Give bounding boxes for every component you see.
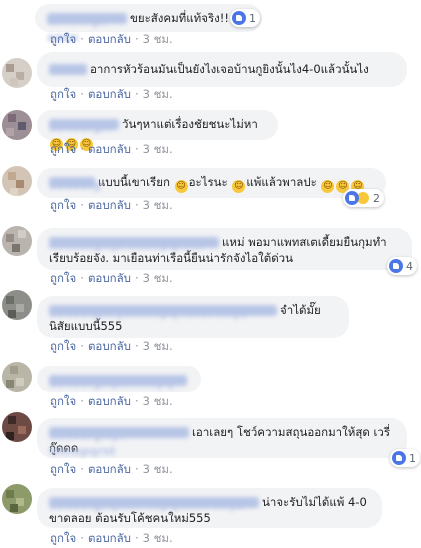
reply-link[interactable]: ตอบกลับ bbox=[88, 87, 131, 101]
like-link[interactable]: ถูกใจ bbox=[50, 339, 76, 353]
reply-link[interactable]: ตอบกลับ bbox=[88, 198, 131, 212]
reply-link[interactable]: ตอบกลับ bbox=[88, 271, 131, 285]
reaction-summary[interactable]: 1 bbox=[230, 9, 260, 27]
comment-bubble: abcdefghijk lmnopqrstu แหม่ พอมาแพทสเตเดี… bbox=[37, 228, 412, 270]
like-link[interactable]: ถูกใจ bbox=[50, 198, 76, 212]
like-reaction-icon bbox=[392, 451, 406, 465]
comment-text: อาการหัวร้อนมันเป็นยังไงเจอบ้านกูยิงนั้น… bbox=[90, 62, 369, 76]
commenter-name[interactable] bbox=[49, 64, 87, 75]
comment-actions: ถูกใจ · ตอบกลับ · 3 ชม. bbox=[50, 394, 173, 408]
commenter-name[interactable]: abcdefghijklmnopq bbox=[49, 375, 187, 390]
comment-bubble: abcdefghijklm nopqrstuvwxyz น่าจะรับไม่ได… bbox=[37, 488, 382, 528]
reaction-summary[interactable]: 4 bbox=[387, 257, 417, 275]
comment-actions: ถูกใจ · ตอบกลับ · 3 ชม. bbox=[50, 462, 173, 476]
like-link[interactable]: ถูกใจ bbox=[50, 394, 76, 408]
comment-bubble: abcdefgh aaanขยะสังคมที่แท้จริง!! bbox=[35, 4, 262, 44]
avatar[interactable] bbox=[2, 412, 32, 442]
comment-bubble: abcdefgแบบนี้เขาเรียก ☺ อะไรนะ ☺ แพ้แล้วพา… bbox=[37, 168, 386, 198]
like-link[interactable]: ถูกใจ bbox=[50, 531, 76, 545]
like-link[interactable]: ถูกใจ bbox=[50, 462, 76, 476]
comment-actions: ถูกใจ · ตอบกลับ · 3 ชม. bbox=[50, 531, 173, 545]
commenter-name[interactable]: abcdefghijk lmnopqrst bbox=[49, 427, 189, 458]
comment-actions: ถูกใจ · ตอบกลับ · 3 ชม. bbox=[50, 339, 173, 353]
like-link[interactable]: ถูกใจ bbox=[50, 271, 76, 285]
reaction-count: 1 bbox=[249, 11, 256, 25]
timestamp[interactable]: 3 ชม. bbox=[143, 142, 173, 156]
comment-text: วันๆหาแต่เรื่องชัยชนะไม่หา bbox=[122, 117, 258, 131]
comment-text: ขยะสังคมที่แท้จริง!! bbox=[130, 11, 230, 25]
laughing-emoji-icon: ☺ bbox=[232, 180, 246, 193]
avatar[interactable] bbox=[2, 290, 32, 320]
like-link[interactable]: ถูกใจ bbox=[50, 32, 76, 46]
like-reaction-icon bbox=[389, 259, 403, 273]
comment-actions: ถูกใจ · ตอบกลับ · 3 ชม. bbox=[50, 271, 173, 285]
commenter-name[interactable]: abcdefghi bbox=[49, 119, 119, 134]
timestamp[interactable]: 3 ชม. bbox=[143, 339, 173, 353]
timestamp[interactable]: 3 ชม. bbox=[143, 531, 173, 545]
avatar[interactable] bbox=[2, 58, 32, 88]
reaction-summary[interactable]: 1 bbox=[390, 449, 420, 467]
avatar[interactable] bbox=[2, 362, 32, 392]
avatar[interactable] bbox=[2, 110, 32, 140]
timestamp[interactable]: 3 ชม. bbox=[143, 87, 173, 101]
timestamp[interactable]: 3 ชม. bbox=[143, 198, 173, 212]
reaction-count: 4 bbox=[406, 259, 413, 273]
timestamp[interactable]: 3 ชม. bbox=[143, 32, 173, 46]
reaction-summary[interactable]: 2 bbox=[343, 189, 384, 207]
avatar[interactable] bbox=[2, 484, 32, 514]
comment-bubble: abcdefghijk lmnopqrstเอาเลยๆ โชว์ความสถุ… bbox=[37, 418, 407, 458]
reaction-count: 1 bbox=[409, 451, 416, 465]
reply-link[interactable]: ตอบกลับ bbox=[88, 339, 131, 353]
reply-link[interactable]: ตอบกลับ bbox=[88, 462, 131, 476]
comment-bubble: อาการหัวร้อนมันเป็นยังไงเจอบ้านกูยิงนั้น… bbox=[37, 52, 407, 87]
reply-link[interactable]: ตอบกลับ bbox=[88, 394, 131, 408]
comment-bubble: abcdefghi วันๆหาแต่เรื่องชัยชนะไม่หา☺ ☺ ☺ bbox=[37, 110, 278, 151]
timestamp[interactable]: 3 ชม. bbox=[143, 271, 173, 285]
comment-actions: ถูกใจ · ตอบกลับ · 3 ชม. bbox=[50, 142, 173, 156]
laughing-emoji-icon: ☺ bbox=[174, 180, 188, 193]
comment-bubble: abcdefghi jklmnopq rstuvwxyz จำได้มั๊ยนิส… bbox=[37, 296, 349, 338]
commenter-name[interactable]: abcdefghijklm nopqrstuvwxyz bbox=[49, 497, 259, 512]
commenter-name[interactable]: abcdefghi jklmnopq rstuvwxyz bbox=[49, 305, 277, 320]
commenter-name[interactable]: abcdefghijk lmnopqrstu bbox=[49, 237, 219, 252]
reaction-count: 2 bbox=[373, 191, 380, 205]
like-reaction-icon bbox=[345, 191, 359, 205]
comment-actions: ถูกใจ · ตอบกลับ · 3 ชม. bbox=[50, 198, 173, 212]
laughing-emoji-icon: ☺ bbox=[321, 180, 335, 193]
timestamp[interactable]: 3 ชม. bbox=[143, 394, 173, 408]
commenter-name[interactable]: abcdefgh aaan bbox=[47, 13, 127, 44]
reply-link[interactable]: ตอบกลับ bbox=[88, 32, 131, 46]
avatar[interactable] bbox=[2, 166, 32, 196]
comment-actions: ถูกใจ · ตอบกลับ · 3 ชม. bbox=[50, 87, 173, 101]
reply-link[interactable]: ตอบกลับ bbox=[88, 531, 131, 545]
like-link[interactable]: ถูกใจ bbox=[50, 87, 76, 101]
timestamp[interactable]: 3 ชม. bbox=[143, 462, 173, 476]
like-link[interactable]: ถูกใจ bbox=[50, 142, 76, 156]
like-reaction-icon bbox=[232, 11, 246, 25]
comment-actions: ถูกใจ · ตอบกลับ · 3 ชม. bbox=[50, 32, 173, 46]
commenter-name[interactable]: abcdefg bbox=[49, 177, 101, 192]
comment-bubble: abcdefghijklmnopq bbox=[37, 366, 201, 392]
reply-link[interactable]: ตอบกลับ bbox=[88, 142, 131, 156]
avatar[interactable] bbox=[2, 226, 32, 256]
